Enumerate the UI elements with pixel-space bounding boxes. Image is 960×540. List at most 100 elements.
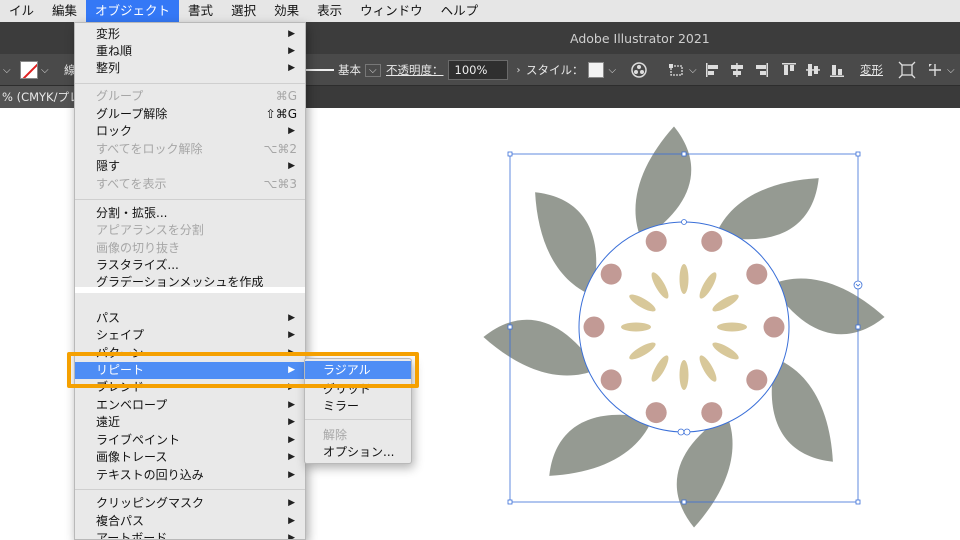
- isolate-selection-icon[interactable]: [898, 61, 916, 79]
- align-bottom-icon[interactable]: [828, 61, 846, 79]
- recolor-artwork-icon[interactable]: [630, 61, 648, 79]
- menu-item-ungroup[interactable]: グループ解除 ⇧⌘G: [75, 106, 305, 123]
- dot-shape[interactable]: [701, 230, 723, 252]
- fill-dropdown-chevron-icon[interactable]: ⌵: [0, 65, 14, 76]
- menu-item-path[interactable]: パス ▶: [75, 310, 305, 327]
- petal-shape[interactable]: [717, 322, 747, 332]
- resize-handle[interactable]: [681, 499, 687, 505]
- menu-help[interactable]: ヘルプ: [432, 0, 488, 22]
- repeat-ring-path[interactable]: [578, 221, 790, 433]
- repeat-instance-handle[interactable]: [853, 280, 863, 290]
- menu-edit[interactable]: 編集: [43, 0, 86, 22]
- submenu-arrow-icon: ▶: [288, 46, 295, 56]
- dot-shape[interactable]: [600, 263, 622, 285]
- menu-item-image-trace[interactable]: 画像トレース ▶: [75, 449, 305, 466]
- submenu-arrow-icon: ▶: [288, 29, 295, 39]
- menu-item-shape[interactable]: シェイプ ▶: [75, 327, 305, 344]
- resize-handle[interactable]: [855, 151, 861, 157]
- menu-separator: [75, 489, 305, 490]
- stroke-profile-value[interactable]: 基本: [338, 62, 361, 78]
- menu-object[interactable]: オブジェクト: [86, 0, 180, 22]
- align-top-icon[interactable]: [780, 61, 798, 79]
- menu-tear-gap: [75, 287, 305, 293]
- menu-item-artboards[interactable]: アートボード ▶: [75, 530, 305, 540]
- submenu-arrow-icon: ▶: [288, 126, 295, 136]
- menu-item-expand[interactable]: 分割・拡張...: [75, 205, 305, 222]
- align-to-icon[interactable]: [668, 61, 686, 79]
- resize-handle[interactable]: [507, 499, 513, 505]
- resize-handle[interactable]: [507, 324, 513, 330]
- menu-select[interactable]: 選択: [222, 0, 265, 22]
- submenu-arrow-icon: ▶: [288, 435, 295, 445]
- menu-item-transform[interactable]: 変形 ▶: [75, 26, 305, 43]
- menu-item-align[interactable]: 整列 ▶: [75, 60, 305, 77]
- profile-chevron-icon[interactable]: ⌵: [365, 63, 381, 77]
- petal-shape[interactable]: [621, 322, 651, 332]
- menu-item-text-wrap[interactable]: テキストの回り込み ▶: [75, 467, 305, 484]
- submenu-arrow-icon: ▶: [288, 400, 295, 410]
- menu-item-envelope[interactable]: エンベロープ ▶: [75, 397, 305, 414]
- puppet-warp-icon[interactable]: [926, 61, 944, 79]
- align-to-chevron-icon[interactable]: ⌵: [686, 65, 700, 76]
- submenu-arrow-icon: ▶: [288, 533, 295, 540]
- submenu-item-release[interactable]: 解除: [305, 426, 411, 444]
- submenu-arrow-icon: ▶: [288, 161, 295, 171]
- petal-shape[interactable]: [679, 360, 689, 390]
- resize-handle[interactable]: [681, 151, 687, 157]
- resize-handle[interactable]: [855, 499, 861, 505]
- menu-view[interactable]: 表示: [308, 0, 351, 22]
- align-left-icon[interactable]: [704, 61, 722, 79]
- submenu-item-options[interactable]: オプション...: [305, 443, 411, 461]
- submenu-arrow-icon: ▶: [288, 417, 295, 427]
- style-swatch[interactable]: [587, 62, 604, 78]
- submenu-arrow-icon: ▶: [288, 498, 295, 508]
- menu-item-show-all[interactable]: すべてを表示 ⌥⌘3: [75, 176, 305, 193]
- opacity-field[interactable]: 100%: [447, 60, 508, 80]
- menu-bar: イル 編集 オブジェクト 書式 選択 効果 表示 ウィンドウ ヘルプ: [0, 0, 960, 22]
- opacity-arrow-icon[interactable]: ›: [514, 65, 524, 76]
- dot-shape[interactable]: [600, 369, 622, 391]
- dot-shape[interactable]: [645, 230, 667, 252]
- dot-shape[interactable]: [583, 316, 605, 338]
- menu-item-lock[interactable]: ロック ▶: [75, 123, 305, 140]
- dot-shape[interactable]: [645, 402, 667, 424]
- menu-item-crop-image[interactable]: 画像の切り抜き: [75, 240, 305, 257]
- dot-shape[interactable]: [746, 263, 768, 285]
- submenu-item-mirror[interactable]: ミラー: [305, 397, 411, 415]
- highlight-callout-box: [67, 352, 419, 388]
- style-chevron-icon[interactable]: ⌵: [606, 65, 620, 76]
- dot-shape[interactable]: [701, 402, 723, 424]
- transform-link[interactable]: 変形: [860, 62, 883, 78]
- submenu-arrow-icon: ▶: [288, 516, 295, 526]
- menu-type[interactable]: 書式: [179, 0, 222, 22]
- ring-top-anchor[interactable]: [681, 219, 687, 225]
- petal-shape[interactable]: [679, 264, 689, 294]
- menu-separator: [305, 419, 411, 420]
- app-title: Adobe Illustrator 2021: [570, 31, 710, 46]
- menu-item-live-paint[interactable]: ライブペイント ▶: [75, 432, 305, 449]
- dot-shape[interactable]: [763, 316, 785, 338]
- menu-item-expand-appearance[interactable]: アピアランスを分割: [75, 222, 305, 239]
- menu-item-compound-path[interactable]: 複合パス ▶: [75, 513, 305, 530]
- menu-effect[interactable]: 効果: [265, 0, 308, 22]
- align-vertical-center-icon[interactable]: [804, 61, 822, 79]
- menu-item-group[interactable]: グループ ⌘G: [75, 88, 305, 105]
- resize-handle[interactable]: [855, 324, 861, 330]
- opacity-label[interactable]: 不透明度：: [386, 62, 444, 78]
- dot-shape[interactable]: [746, 369, 768, 391]
- stroke-none-swatch[interactable]: [20, 61, 38, 79]
- menu-item-unlock-all[interactable]: すべてをロック解除 ⌥⌘2: [75, 141, 305, 158]
- menu-item-hide[interactable]: 隠す ▶: [75, 158, 305, 175]
- menu-window[interactable]: ウィンドウ: [351, 0, 432, 22]
- menu-item-clipping-mask[interactable]: クリッピングマスク ▶: [75, 495, 305, 512]
- menu-item-perspective[interactable]: 遠近 ▶: [75, 414, 305, 431]
- menu-item-arrange[interactable]: 重ね順 ▶: [75, 43, 305, 60]
- align-right-icon[interactable]: [752, 61, 770, 79]
- menu-item-rasterize[interactable]: ラスタライズ...: [75, 257, 305, 274]
- resize-handle[interactable]: [507, 151, 513, 157]
- submenu-arrow-icon: ▶: [288, 313, 295, 323]
- align-horizontal-center-icon[interactable]: [728, 61, 746, 79]
- more-chevron-icon[interactable]: ⌵: [944, 65, 958, 76]
- stroke-dropdown-chevron-icon[interactable]: ⌵: [38, 65, 52, 76]
- menu-file[interactable]: イル: [0, 0, 43, 22]
